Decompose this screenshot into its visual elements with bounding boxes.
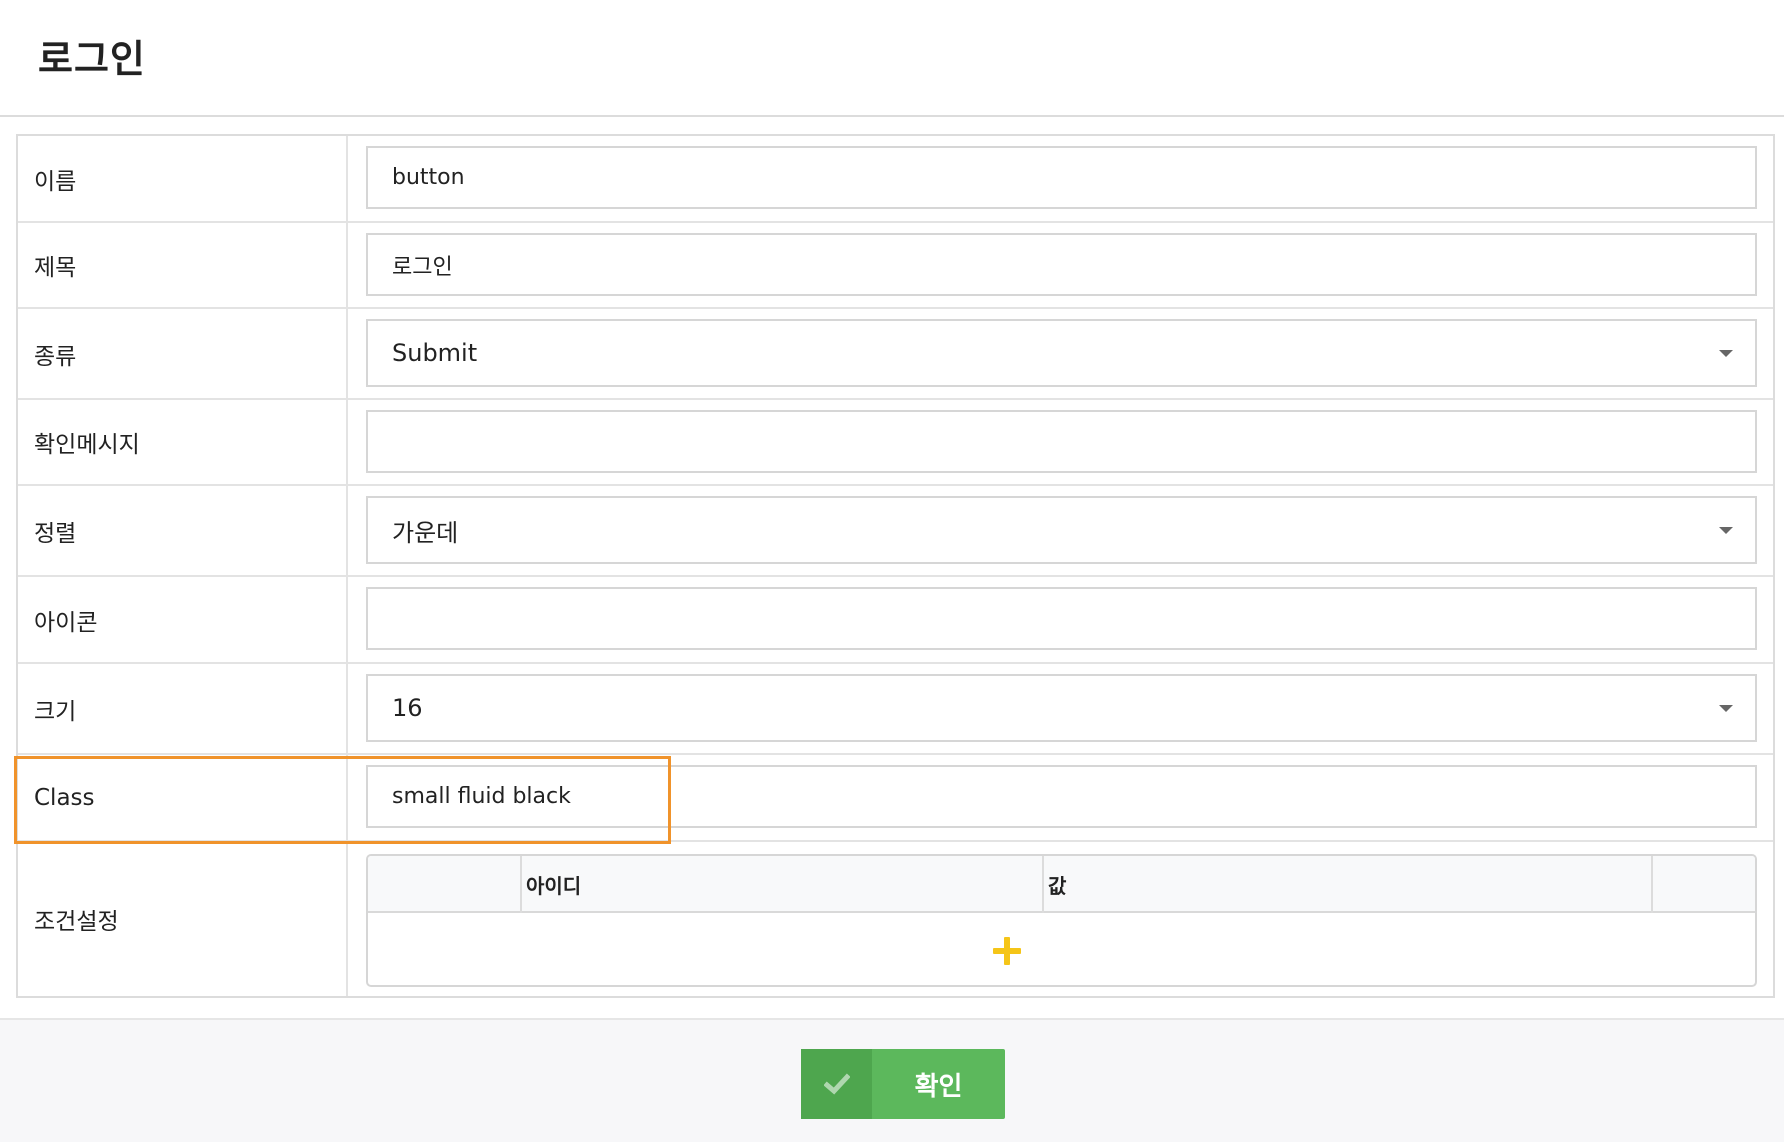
name-input[interactable]: button bbox=[366, 146, 1757, 209]
size-select-value: 16 bbox=[392, 694, 423, 722]
page-header: 로그인 bbox=[0, 0, 1784, 117]
size-label: 크기 bbox=[18, 664, 348, 753]
caption-input-value: 로그인 bbox=[392, 254, 453, 280]
row-conditions: 조건설정 아이디 값 bbox=[18, 842, 1773, 996]
row-size: 크기 16 bbox=[18, 664, 1773, 755]
column-divider bbox=[1651, 856, 1653, 913]
chevron-down-icon bbox=[1719, 705, 1733, 712]
caption-label: 제목 bbox=[18, 223, 348, 307]
row-class: Class small fluid black bbox=[18, 755, 1773, 842]
icon-label: 아이콘 bbox=[18, 577, 348, 662]
class-input[interactable]: small fluid black bbox=[366, 765, 1757, 828]
row-caption: 제목 로그인 bbox=[18, 223, 1773, 309]
icon-input[interactable] bbox=[366, 587, 1757, 650]
page-title: 로그인 bbox=[38, 37, 146, 81]
page: 로그인 이름 button 제목 로그인 종류 Submit 확인메시지 정렬 … bbox=[0, 0, 1784, 1142]
confirm-button-label: 확인 bbox=[914, 1070, 963, 1101]
type-select-value: Submit bbox=[392, 339, 478, 367]
chevron-down-icon bbox=[1719, 527, 1733, 534]
button-property-form: 이름 button 제목 로그인 종류 Submit 확인메시지 정렬 가운데 … bbox=[16, 134, 1775, 998]
align-label: 정렬 bbox=[18, 486, 348, 575]
class-input-value: small fluid black bbox=[392, 784, 571, 809]
plus-icon[interactable] bbox=[993, 937, 1021, 965]
check-icon bbox=[801, 1049, 872, 1119]
row-icon: 아이콘 bbox=[18, 577, 1773, 664]
footer-bar: 확인 bbox=[0, 1018, 1784, 1142]
row-confirm-message: 확인메시지 bbox=[18, 400, 1773, 486]
conditions-label: 조건설정 bbox=[18, 842, 348, 996]
chevron-down-icon bbox=[1719, 350, 1733, 357]
row-type: 종류 Submit bbox=[18, 309, 1773, 400]
type-label: 종류 bbox=[18, 309, 348, 398]
caption-input[interactable]: 로그인 bbox=[366, 233, 1757, 296]
align-select-value: 가운데 bbox=[392, 518, 459, 547]
row-align: 정렬 가운데 bbox=[18, 486, 1773, 577]
size-select[interactable]: 16 bbox=[366, 674, 1757, 742]
conditions-table: 아이디 값 bbox=[366, 854, 1757, 987]
confirm-message-input[interactable] bbox=[366, 410, 1757, 473]
class-label: Class bbox=[18, 755, 348, 840]
column-header-id: 아이디 bbox=[526, 874, 582, 898]
align-select[interactable]: 가운데 bbox=[366, 496, 1757, 564]
confirm-button[interactable]: 확인 bbox=[801, 1049, 1005, 1119]
name-input-value: button bbox=[392, 165, 465, 190]
row-name: 이름 button bbox=[18, 136, 1773, 223]
column-header-value: 값 bbox=[1048, 874, 1067, 898]
confirm-message-label: 확인메시지 bbox=[18, 400, 348, 484]
type-select[interactable]: Submit bbox=[366, 319, 1757, 387]
conditions-table-header: 아이디 값 bbox=[368, 856, 1755, 913]
name-label: 이름 bbox=[18, 136, 348, 221]
